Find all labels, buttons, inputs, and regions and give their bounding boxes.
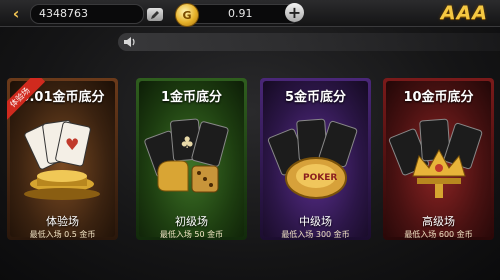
- svg-text:♥: ♥: [65, 135, 79, 154]
- room-art-cards-trophy: ♥: [24, 120, 100, 200]
- back-arrow-icon[interactable]: ‹: [6, 3, 26, 23]
- coin-balance: 0.91: [228, 7, 253, 20]
- room-art-cards-chip: POKER: [267, 118, 358, 199]
- room-base-score: 5金币底分: [284, 90, 347, 105]
- room-name: 初级场: [175, 215, 208, 228]
- room-card-trial[interactable]: 体验场 0.01金币底分 ♥ 体验场 最低入场 0.5 金币: [7, 78, 118, 240]
- svg-text:♣: ♣: [180, 133, 194, 152]
- room-min-entry: 最低入场 600 金币: [404, 230, 473, 239]
- room-min-entry: 最低入场 300 金币: [281, 230, 350, 239]
- room-name: 中级场: [299, 215, 332, 228]
- speaker-icon: [122, 36, 138, 48]
- top-bar: ‹ 4348763 G 0.91 + AAA: [0, 0, 500, 27]
- room-art-cards-crown: [388, 118, 483, 198]
- user-id-box: 4348763: [30, 4, 163, 24]
- notice-bar: [118, 33, 500, 51]
- room-card-advanced[interactable]: 10金币底分 高级场 最低入场 600 金币: [383, 78, 494, 240]
- room-min-entry: 最低入场 50 金币: [159, 230, 224, 239]
- room-name: 体验场: [46, 215, 79, 228]
- brand-logo: AAA: [440, 2, 488, 24]
- room-card-beginner[interactable]: 1金币底分 ♣ 初级场 最低入场 50 金币: [136, 78, 247, 240]
- add-coins-button[interactable]: +: [285, 3, 304, 22]
- gold-coin-icon: G: [175, 3, 199, 27]
- room-art-cards-dice: ♣: [144, 118, 229, 193]
- edit-pencil-icon[interactable]: [147, 8, 163, 21]
- room-name: 高级场: [422, 215, 455, 228]
- room-base-score: 10金币底分: [403, 90, 474, 105]
- room-min-entry: 最低入场 0.5 金币: [29, 230, 96, 239]
- coin-balance-box: G 0.91: [175, 3, 299, 27]
- room-base-score: 1金币底分: [160, 90, 223, 105]
- svg-text:POKER: POKER: [303, 173, 337, 183]
- room-card-intermediate[interactable]: 5金币底分 POKER 中级场 最低入场 300 金币: [260, 78, 371, 240]
- user-id: 4348763: [39, 7, 88, 20]
